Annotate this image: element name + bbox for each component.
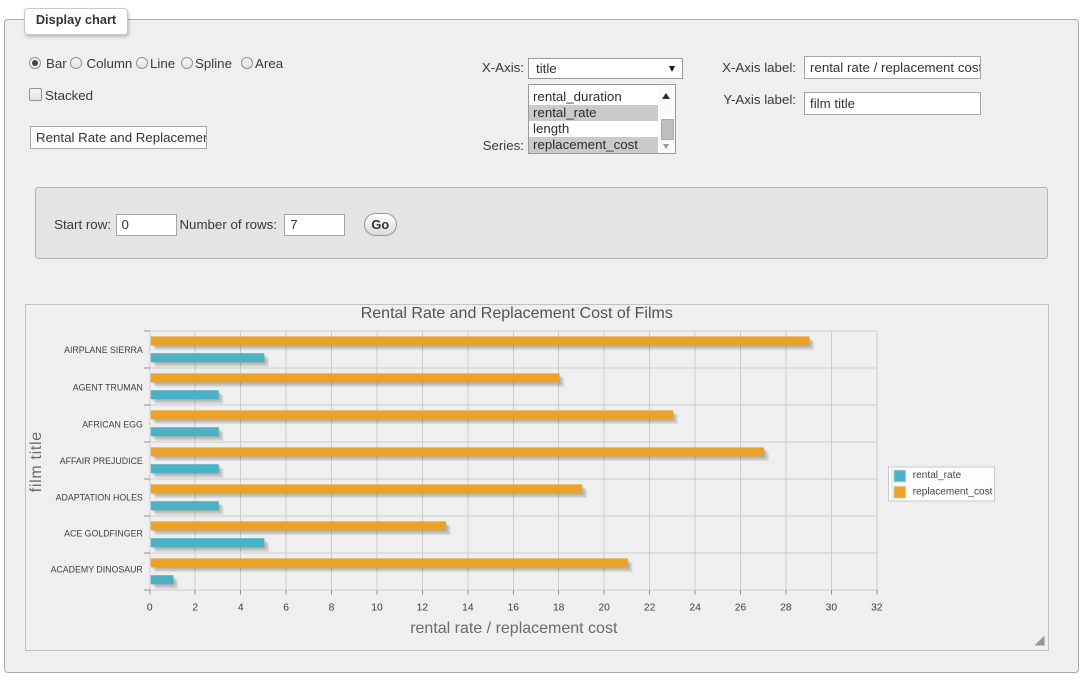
svg-text:film title: film title: [27, 431, 44, 492]
svg-text:32: 32: [871, 603, 883, 614]
svg-text:12: 12: [416, 603, 428, 614]
svg-text:10: 10: [371, 603, 383, 614]
svg-text:22: 22: [644, 603, 656, 614]
svg-text:ACADEMY DINOSAUR: ACADEMY DINOSAUR: [50, 565, 142, 575]
svg-text:AGENT TRUMAN: AGENT TRUMAN: [72, 383, 142, 393]
svg-text:rental_rate: rental_rate: [912, 470, 961, 481]
svg-text:replacement_cost: replacement_cost: [912, 487, 992, 498]
svg-text:30: 30: [825, 603, 837, 614]
svg-text:14: 14: [462, 603, 474, 614]
svg-text:26: 26: [734, 603, 746, 614]
svg-text:6: 6: [283, 603, 289, 614]
svg-text:2: 2: [192, 603, 198, 614]
svg-text:0: 0: [147, 603, 153, 614]
svg-text:ADAPTATION HOLES: ADAPTATION HOLES: [55, 493, 142, 503]
svg-text:18: 18: [553, 603, 565, 614]
svg-text:24: 24: [689, 603, 701, 614]
svg-text:rental rate / replacement cost: rental rate / replacement cost: [410, 620, 618, 637]
svg-text:AIRPLANE SIERRA: AIRPLANE SIERRA: [64, 345, 143, 355]
svg-text:16: 16: [507, 603, 519, 614]
svg-text:AFRICAN EGG: AFRICAN EGG: [82, 420, 143, 430]
svg-text:AFFAIR PREJUDICE: AFFAIR PREJUDICE: [59, 456, 142, 466]
svg-text:ACE GOLDFINGER: ACE GOLDFINGER: [64, 529, 143, 539]
svg-text:8: 8: [328, 603, 334, 614]
svg-text:28: 28: [780, 603, 792, 614]
svg-text:4: 4: [238, 603, 244, 614]
svg-text:Rental Rate and Replacement Co: Rental Rate and Replacement Cost of Film…: [360, 305, 672, 322]
svg-text:20: 20: [598, 603, 610, 614]
